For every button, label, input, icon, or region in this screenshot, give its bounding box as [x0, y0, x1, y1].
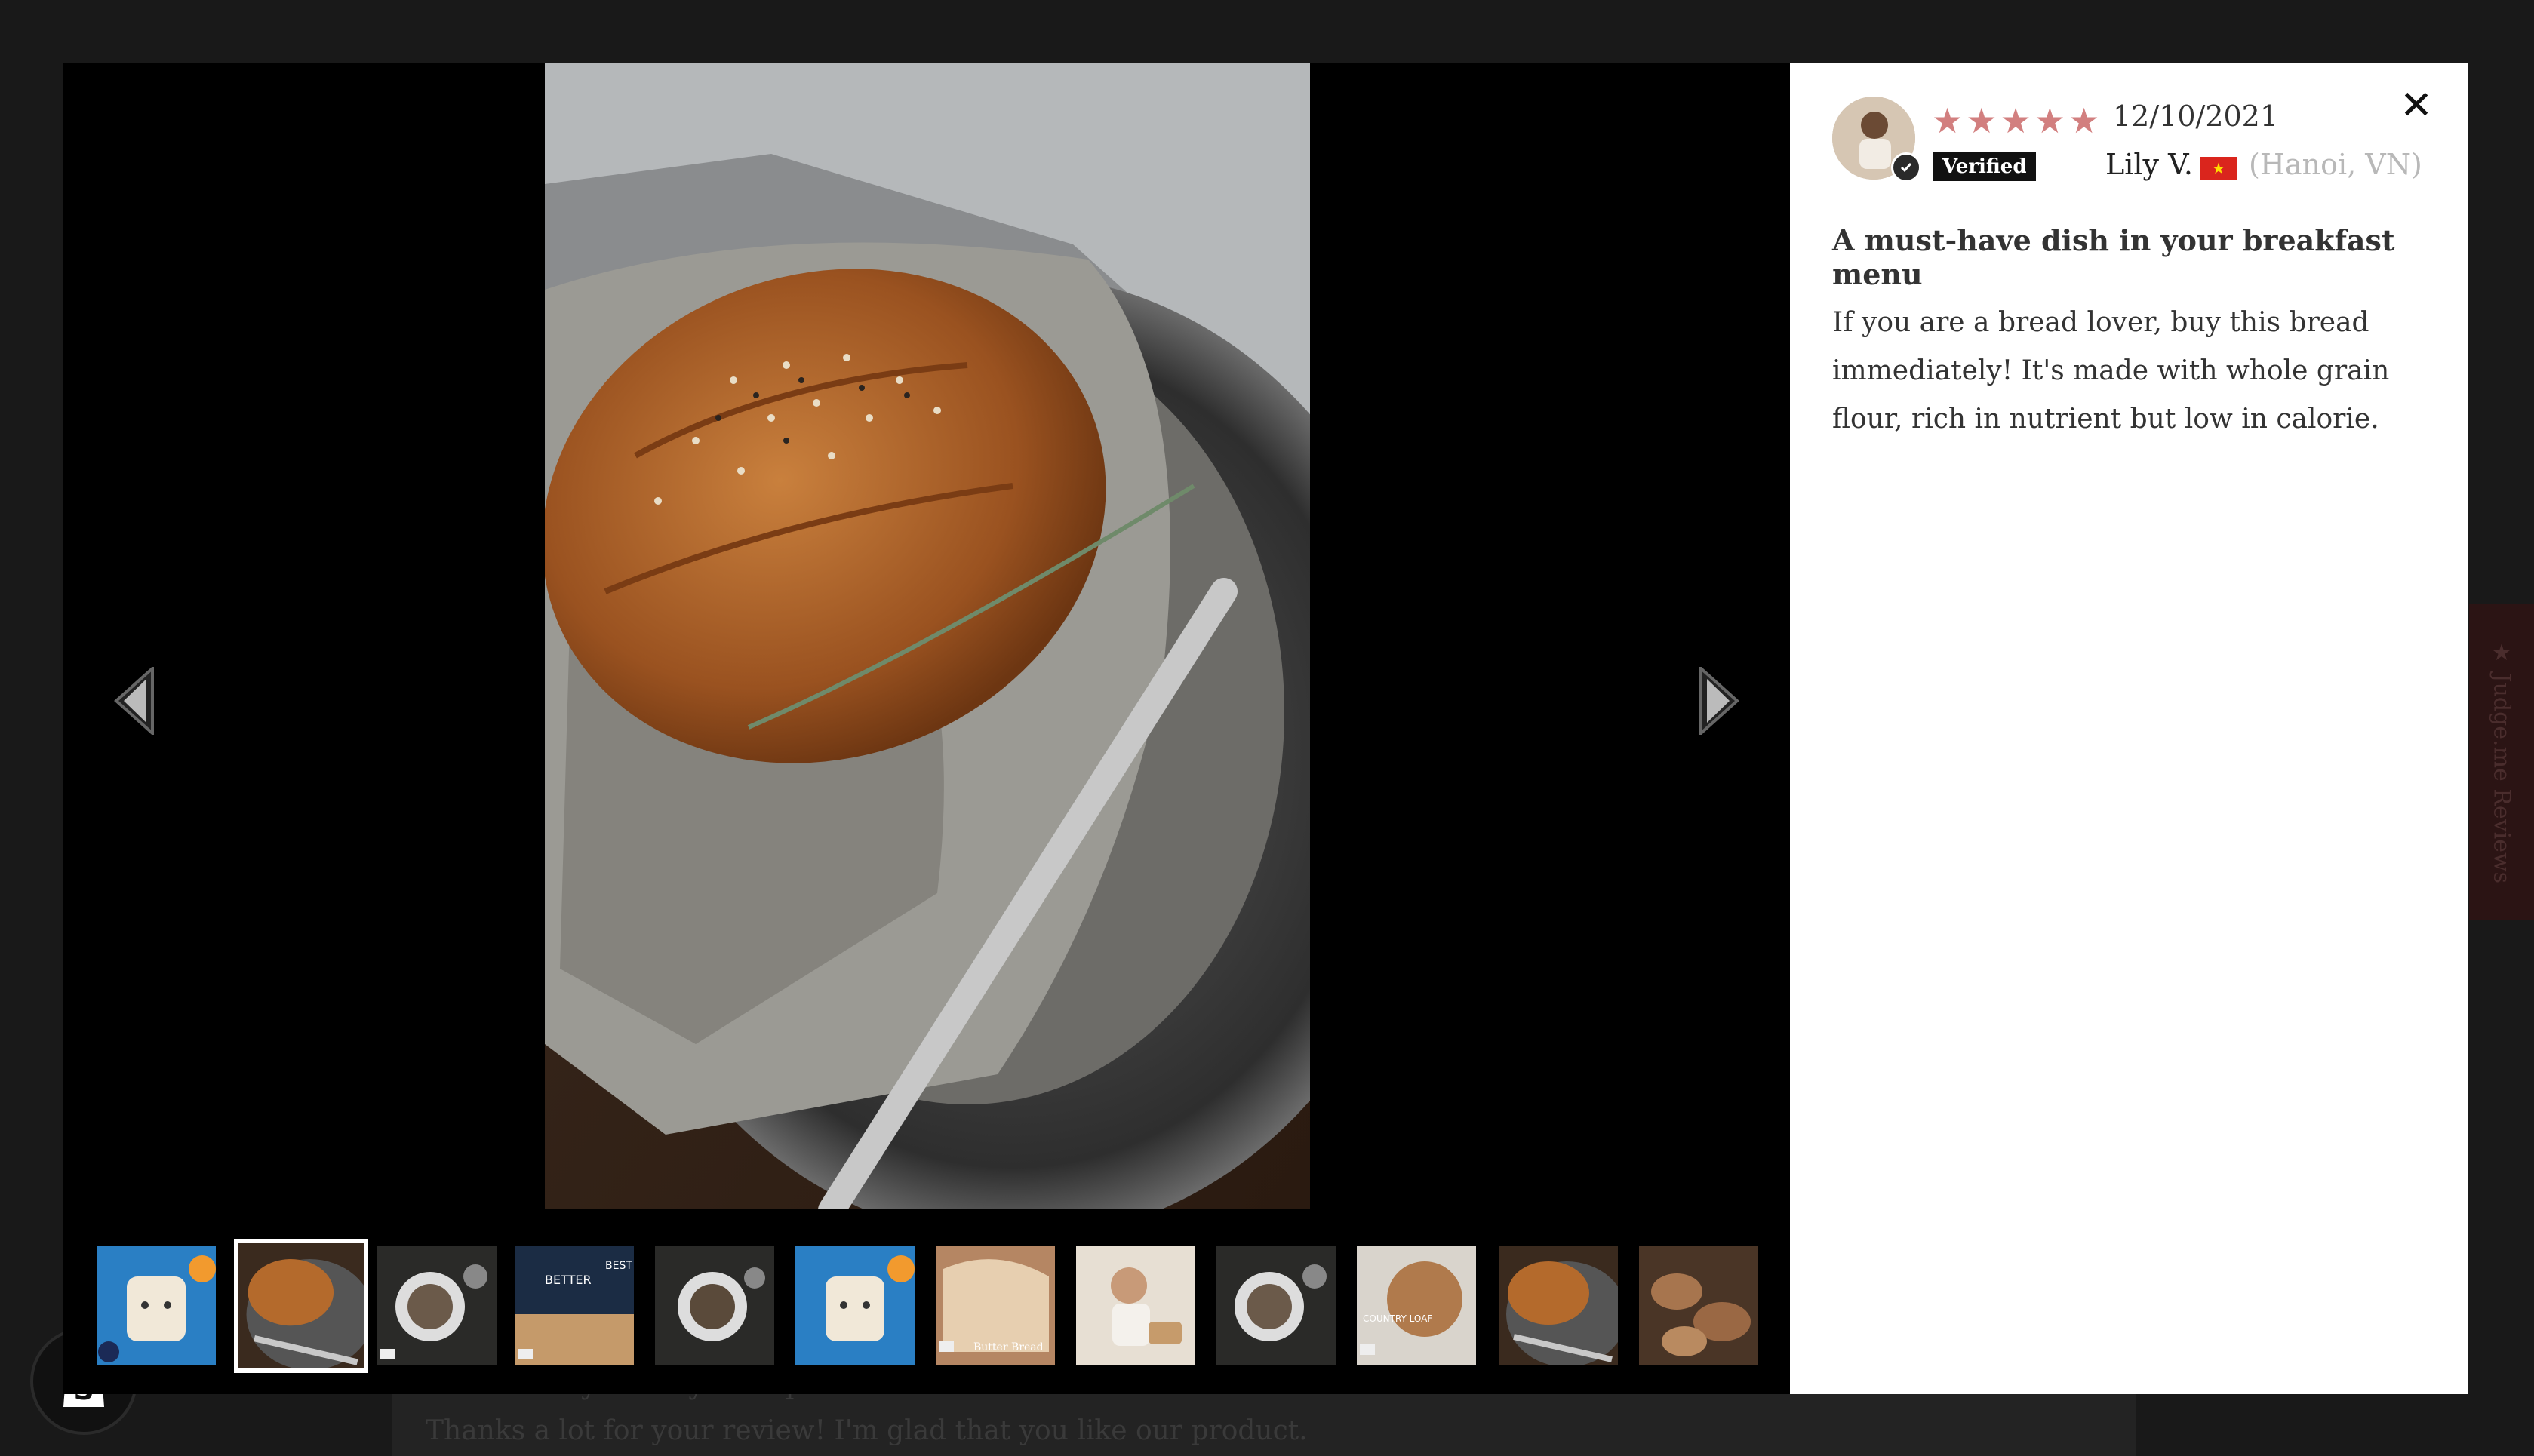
vietnam-flag-icon: ★	[2200, 157, 2237, 180]
star-icon: ★	[2000, 100, 2031, 141]
oatmeal-bowl-thumb	[377, 1246, 497, 1365]
star-icon: ★	[1966, 100, 1997, 141]
previous-image-button[interactable]	[112, 665, 157, 737]
svg-text:Butter Bread: Butter Bread	[973, 1341, 1044, 1353]
toast-face-thumb	[97, 1246, 216, 1365]
butter-bread-thumb: Butter Bread	[936, 1246, 1055, 1365]
thumbnail-11[interactable]	[1499, 1246, 1618, 1365]
star-icon: ★	[1932, 100, 1964, 141]
toast-face-thumb	[795, 1246, 915, 1365]
star-icon: ★	[2068, 100, 2100, 141]
star-rating: ★ ★ ★ ★ ★	[1932, 101, 2099, 140]
thumbnail-3[interactable]	[377, 1246, 497, 1365]
review-title: A must-have dish in your breakfast menu	[1832, 223, 2395, 291]
thumbnail-strip: BETTER BEST Butter Bread COUNTRY LOAF	[97, 1239, 1767, 1373]
braided-bread-thumb	[238, 1243, 364, 1368]
oatmeal-bowl-thumb	[655, 1246, 774, 1365]
thumbnail-7[interactable]: Butter Bread	[936, 1246, 1055, 1365]
braided-bread-thumb	[1499, 1246, 1618, 1365]
store-reply-text: Thanks a lot for your review! I'm glad t…	[426, 1415, 1308, 1446]
thumbnail-4[interactable]: BETTER BEST	[515, 1246, 634, 1365]
reviewer-location: (Hanoi, VN)	[2249, 148, 2422, 181]
bread-banner-thumb: BETTER BEST	[515, 1246, 634, 1365]
svg-text:BEST: BEST	[605, 1260, 632, 1272]
bread-loaf-photo	[545, 63, 1310, 1209]
triangle-left-icon	[114, 665, 154, 737]
sourdough-recipe-thumb: COUNTRY LOAF	[1357, 1246, 1476, 1365]
judgeme-reviews-tab[interactable]: ★ Judge.me Reviews	[2469, 604, 2534, 920]
verified-check-icon	[1891, 152, 1921, 183]
thumbnail-10[interactable]: COUNTRY LOAF	[1357, 1246, 1476, 1365]
review-date: 12/10/2021	[2113, 100, 2279, 133]
triangle-right-icon	[1699, 665, 1739, 737]
media-viewer: BETTER BEST Butter Bread COUNTRY LOAF	[63, 63, 1790, 1394]
thumbnail-5[interactable]	[655, 1246, 774, 1365]
thumbnail-9[interactable]	[1216, 1246, 1336, 1365]
star-icon: ★	[2034, 100, 2065, 141]
thumbnail-6[interactable]	[795, 1246, 915, 1365]
thumbnail-1[interactable]	[97, 1246, 216, 1365]
oatmeal-bowl-thumb	[1216, 1246, 1336, 1365]
verified-badge: Verified	[1933, 152, 2036, 181]
bread-rolls-thumb	[1639, 1246, 1758, 1365]
thumbnail-12[interactable]	[1639, 1246, 1758, 1365]
close-button[interactable]: ✕	[2394, 83, 2439, 128]
next-image-button[interactable]	[1696, 665, 1742, 737]
review-body: If you are a bread lover, buy this bread…	[1832, 307, 2390, 435]
main-review-photo	[545, 63, 1310, 1209]
baby-with-bread-thumb	[1076, 1246, 1195, 1365]
svg-text:COUNTRY LOAF: COUNTRY LOAF	[1363, 1313, 1432, 1324]
svg-text:BETTER: BETTER	[545, 1273, 592, 1287]
review-media-modal: BETTER BEST Butter Bread COUNTRY LOAF ✕ …	[63, 63, 2468, 1394]
thumbnail-8[interactable]	[1076, 1246, 1195, 1365]
reviewer-name: Lily V.	[2105, 148, 2193, 181]
thumbnail-2[interactable]	[234, 1239, 368, 1373]
review-details-panel: ✕ ★ ★ ★ ★ ★ 12/10/2021 Verified Lily V. …	[1790, 63, 2468, 1394]
